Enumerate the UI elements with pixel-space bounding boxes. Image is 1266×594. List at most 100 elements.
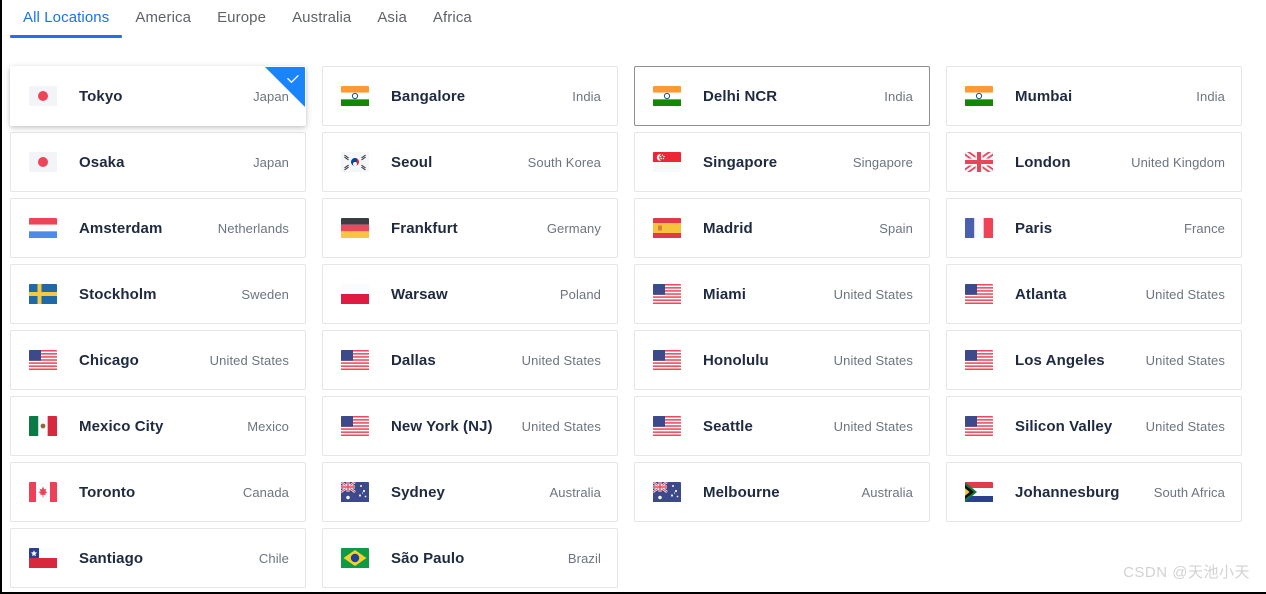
location-city-name: Delhi NCR	[703, 87, 778, 105]
location-city-name: Seattle	[703, 417, 753, 435]
location-card[interactable]: Mumbai India	[946, 66, 1242, 126]
flag-icon-us	[965, 416, 993, 437]
location-card[interactable]: Madrid Spain	[634, 198, 930, 258]
location-card[interactable]: Sydney Australia	[322, 462, 618, 522]
tab-asia[interactable]: Asia	[364, 0, 420, 38]
location-city-name: Toronto	[79, 483, 136, 501]
location-card[interactable]: Osaka Japan	[10, 132, 306, 192]
location-card[interactable]: Seoul South Korea	[322, 132, 618, 192]
location-card[interactable]: Melbourne Australia	[634, 462, 930, 522]
check-icon	[285, 71, 301, 87]
location-card[interactable]: Johannesburg South Africa	[946, 462, 1242, 522]
flag-icon-au	[653, 482, 681, 503]
location-city-name: Santiago	[79, 549, 144, 567]
location-card[interactable]: Seattle United States	[634, 396, 930, 456]
location-region-tabs: All Locations America Europe Australia Asia A…	[2, 0, 1266, 40]
location-card[interactable]: London United Kingdom	[946, 132, 1242, 192]
location-card[interactable]: Delhi NCR India	[634, 66, 930, 126]
location-country-name: Canada	[242, 484, 289, 500]
location-card[interactable]: Los Angeles United States	[946, 330, 1242, 390]
location-country-name: Australia	[861, 484, 913, 500]
flag-icon-jp	[29, 86, 57, 107]
location-card[interactable]: Paris France	[946, 198, 1242, 258]
location-city-name: Paris	[1015, 219, 1053, 237]
tab-australia[interactable]: Australia	[279, 0, 364, 38]
location-city-name: Tokyo	[79, 87, 123, 105]
location-country-name: Singapore	[852, 154, 913, 170]
flag-icon-in	[965, 86, 993, 107]
location-card-grid: Tokyo Japan Bangalore India Delhi NCR India Mu…	[10, 66, 1258, 588]
flag-icon-sg	[653, 152, 681, 173]
flag-icon-us	[653, 416, 681, 437]
location-country-name: Brazil	[567, 550, 601, 566]
location-city-name: Melbourne	[703, 483, 780, 501]
location-city-name: Warsaw	[391, 285, 448, 303]
location-city-name: Seoul	[391, 153, 433, 171]
flag-icon-us	[965, 350, 993, 371]
location-card[interactable]: Bangalore India	[322, 66, 618, 126]
location-city-name: New York (NJ)	[391, 417, 493, 435]
location-card[interactable]: Silicon Valley United States	[946, 396, 1242, 456]
tab-america[interactable]: America	[122, 0, 204, 38]
flag-icon-us	[341, 350, 369, 371]
location-card[interactable]: Miami United States	[634, 264, 930, 324]
location-country-name: India	[1196, 88, 1225, 104]
location-country-name: South Africa	[1153, 484, 1225, 500]
location-country-name: United States	[521, 418, 601, 434]
location-card[interactable]: Dallas United States	[322, 330, 618, 390]
flag-icon-fr	[965, 218, 993, 239]
location-card[interactable]: Mexico City Mexico	[10, 396, 306, 456]
location-country-name: United Kingdom	[1131, 154, 1225, 170]
flag-icon-ca	[29, 482, 57, 503]
location-city-name: Miami	[703, 285, 747, 303]
flag-icon-za	[965, 482, 993, 503]
location-card[interactable]: Singapore Singapore	[634, 132, 930, 192]
location-card[interactable]: Chicago United States	[10, 330, 306, 390]
location-country-name: United States	[1145, 286, 1225, 302]
location-card[interactable]: Stockholm Sweden	[10, 264, 306, 324]
location-city-name: Honolulu	[703, 351, 769, 369]
location-country-name: Poland	[559, 286, 601, 302]
location-country-name: India	[572, 88, 601, 104]
location-country-name: United States	[1145, 418, 1225, 434]
location-city-name: Mexico City	[79, 417, 164, 435]
location-city-name: Amsterdam	[79, 219, 163, 237]
location-card[interactable]: Amsterdam Netherlands	[10, 198, 306, 258]
flag-icon-us	[965, 284, 993, 305]
location-country-name: Germany	[546, 220, 601, 236]
flag-icon-us	[341, 416, 369, 437]
location-card[interactable]: Toronto Canada	[10, 462, 306, 522]
location-city-name: Chicago	[79, 351, 139, 369]
location-city-name: Madrid	[703, 219, 753, 237]
flag-icon-au	[341, 482, 369, 503]
tab-europe[interactable]: Europe	[204, 0, 279, 38]
location-card[interactable]: Atlanta United States	[946, 264, 1242, 324]
tab-africa[interactable]: Africa	[420, 0, 485, 38]
location-card[interactable]: New York (NJ) United States	[322, 396, 618, 456]
location-city-name: São Paulo	[391, 549, 465, 567]
location-country-name: United States	[521, 352, 601, 368]
flag-icon-jp	[29, 152, 57, 173]
flag-icon-us	[653, 284, 681, 305]
location-country-name: Japan	[253, 154, 289, 170]
location-country-name: France	[1183, 220, 1225, 236]
location-card[interactable]: Honolulu United States	[634, 330, 930, 390]
location-card[interactable]: Warsaw Poland	[322, 264, 618, 324]
location-city-name: London	[1015, 153, 1071, 171]
flag-icon-in	[341, 86, 369, 107]
tab-all-locations[interactable]: All Locations	[10, 0, 123, 38]
location-card[interactable]: Tokyo Japan	[10, 66, 306, 126]
flag-icon-us	[653, 350, 681, 371]
location-country-name: Australia	[549, 484, 601, 500]
location-city-name: Osaka	[79, 153, 125, 171]
location-card[interactable]: Santiago Chile	[10, 528, 306, 588]
watermark: CSDN @天池小天	[1123, 564, 1250, 581]
location-country-name: United States	[209, 352, 289, 368]
location-card[interactable]: São Paulo Brazil	[322, 528, 618, 588]
flag-icon-se	[29, 284, 57, 305]
flag-icon-pl	[341, 284, 369, 305]
location-country-name: United States	[833, 352, 913, 368]
flag-icon-kr	[341, 152, 369, 173]
location-country-name: United States	[833, 418, 913, 434]
location-card[interactable]: Frankfurt Germany	[322, 198, 618, 258]
